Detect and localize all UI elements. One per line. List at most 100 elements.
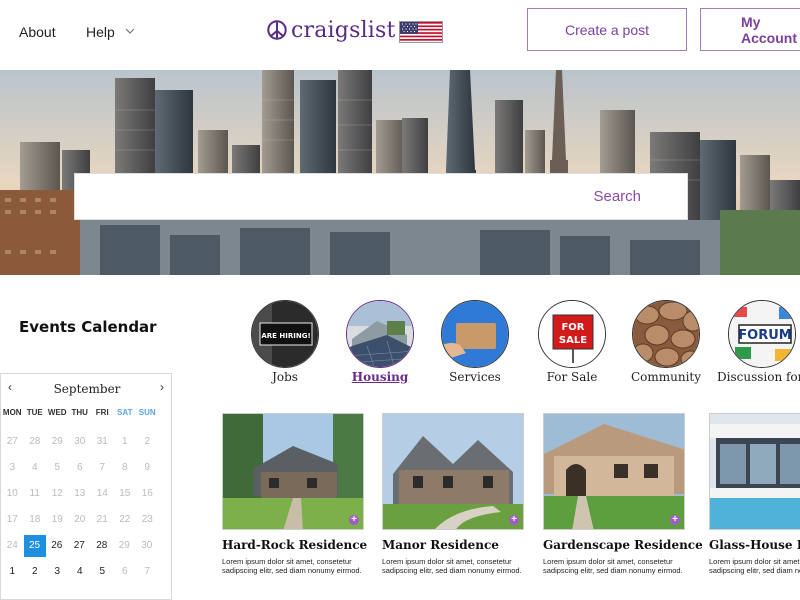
calendar-month: September [53, 382, 121, 396]
nav-help-link[interactable]: Help [86, 24, 115, 40]
calendar-day[interactable]: 4 [24, 457, 47, 479]
category-for-sale[interactable]: FOR SALE For Sale [527, 300, 617, 384]
search-input[interactable]: Search [74, 173, 688, 220]
forum-text: FORUM [738, 328, 791, 343]
calendar-day[interactable]: 8 [114, 457, 137, 479]
calendar-day[interactable]: 2 [136, 431, 159, 453]
calendar-week: 10 11 12 13 14 15 16 [1, 481, 173, 507]
calendar-day[interactable]: 7 [91, 457, 114, 479]
weekday-sun: SUN [138, 408, 156, 417]
hiring-sign-text: ARE HIRING! [261, 332, 310, 340]
logo-text: craigslist [291, 17, 396, 43]
calendar-day[interactable]: 3 [1, 457, 24, 479]
calendar-day[interactable]: 1 [114, 431, 137, 453]
category-services[interactable]: Services [430, 300, 520, 384]
calendar-day[interactable]: 31 [91, 431, 114, 453]
listing-description: Lorem ipsum dolor sit amet, consetetur s… [222, 557, 362, 575]
calendar-day[interactable]: 20 [69, 509, 92, 531]
add-icon[interactable]: + [509, 515, 519, 525]
calendar-week: 24 25 26 27 28 29 30 [1, 533, 173, 559]
for-sale-text-2: SALE [559, 335, 587, 346]
calendar-next-icon[interactable]: › [160, 380, 164, 394]
weekday-wed: WED [47, 408, 67, 417]
calendar-day[interactable]: 11 [24, 483, 47, 505]
calendar-day[interactable]: 3 [46, 561, 69, 583]
weekday-mon: MON [2, 408, 22, 417]
hiring-sign-image: ARE HIRING! [251, 300, 319, 368]
create-post-button[interactable]: Create a post [527, 8, 687, 51]
calendar-weekdays: MON TUE WED THU FRI SAT SUN [1, 408, 173, 417]
calendar-day[interactable]: 30 [136, 535, 159, 557]
house-solar-image [346, 300, 414, 368]
calendar-day[interactable]: 23 [136, 509, 159, 531]
category-label: Housing [351, 370, 409, 384]
category-label: Services [449, 370, 501, 384]
craigslist-logo[interactable]: craigslist [266, 14, 396, 46]
category-discussion-forums[interactable]: FORUM Discussion forums [717, 300, 800, 384]
peace-icon [267, 20, 287, 40]
forum-image: FORUM [728, 300, 796, 368]
calendar-day[interactable]: 6 [114, 561, 137, 583]
weekday-tue: TUE [26, 408, 43, 417]
listing-card[interactable]: Glass-House Residence Lorem ipsum dolor … [709, 413, 800, 575]
add-icon[interactable]: + [349, 515, 359, 525]
calendar-day[interactable]: 1 [1, 561, 24, 583]
listing-card[interactable]: + Manor Residence Lorem ipsum dolor sit … [382, 413, 530, 575]
category-housing[interactable]: Housing [335, 300, 425, 384]
category-jobs[interactable]: ARE HIRING! Jobs [240, 300, 330, 384]
listing-title: Gardenscape Residence [543, 538, 703, 552]
weekday-thu: THU [71, 408, 88, 417]
my-account-button[interactable]: My Account [700, 8, 800, 51]
listing-card[interactable]: + Gardenscape Residence Lorem ipsum dolo… [543, 413, 703, 575]
chevron-down-icon[interactable] [124, 26, 136, 36]
card-hand-image [441, 300, 509, 368]
listing-card[interactable]: + Hard-Rock Residence Lorem ipsum dolor … [222, 413, 370, 575]
category-label: Discussion forums [717, 370, 800, 384]
for-sale-sign-image: FOR SALE [538, 300, 606, 368]
listing-house-image [709, 413, 800, 530]
calendar-day[interactable]: 30 [69, 431, 92, 453]
events-calendar: ‹ September › MON TUE WED THU FRI SAT SU… [0, 373, 172, 600]
listing-house-image: + [222, 413, 364, 530]
search-button[interactable]: Search [593, 188, 641, 205]
calendar-day[interactable]: 5 [91, 561, 114, 583]
us-flag-icon[interactable] [399, 21, 443, 43]
calendar-day[interactable]: 14 [91, 483, 114, 505]
calendar-day[interactable]: 27 [68, 535, 91, 557]
calendar-day[interactable]: 7 [136, 561, 159, 583]
calendar-day[interactable]: 2 [24, 561, 47, 583]
calendar-day[interactable]: 28 [91, 535, 114, 557]
calendar-day[interactable]: 6 [69, 457, 92, 479]
calendar-day[interactable]: 26 [46, 535, 69, 557]
calendar-day[interactable]: 9 [136, 457, 159, 479]
listing-house-image: + [382, 413, 524, 530]
calendar-day[interactable]: 24 [1, 535, 24, 557]
calendar-day[interactable]: 19 [46, 509, 69, 531]
calendar-day[interactable]: 29 [113, 535, 136, 557]
calendar-day[interactable]: 10 [1, 483, 24, 505]
calendar-day[interactable]: 15 [114, 483, 137, 505]
add-icon[interactable]: + [670, 515, 680, 525]
header: About Help craigslist Create a post My A… [0, 0, 800, 70]
listing-house-image: + [543, 413, 685, 530]
calendar-day[interactable]: 4 [69, 561, 92, 583]
calendar-day[interactable]: 17 [1, 509, 24, 531]
calendar-day[interactable]: 16 [136, 483, 159, 505]
calendar-week: 1 2 3 4 5 6 7 [1, 559, 173, 585]
calendar-day[interactable]: 13 [69, 483, 92, 505]
hero-skyline-image: Search [0, 70, 800, 275]
calendar-day[interactable]: 5 [46, 457, 69, 479]
calendar-day[interactable]: 18 [24, 509, 47, 531]
for-sale-text-1: FOR [561, 322, 584, 333]
weekday-sat: SAT [117, 408, 133, 417]
calendar-day-selected[interactable]: 25 [23, 535, 46, 557]
category-community[interactable]: Community [621, 300, 711, 384]
calendar-day[interactable]: 21 [91, 509, 114, 531]
calendar-day[interactable]: 22 [114, 509, 137, 531]
nav-about-link[interactable]: About [19, 24, 56, 40]
calendar-day[interactable]: 29 [46, 431, 69, 453]
calendar-day[interactable]: 27 [1, 431, 24, 453]
stone-wall-image [632, 300, 700, 368]
calendar-day[interactable]: 28 [24, 431, 47, 453]
calendar-day[interactable]: 12 [46, 483, 69, 505]
